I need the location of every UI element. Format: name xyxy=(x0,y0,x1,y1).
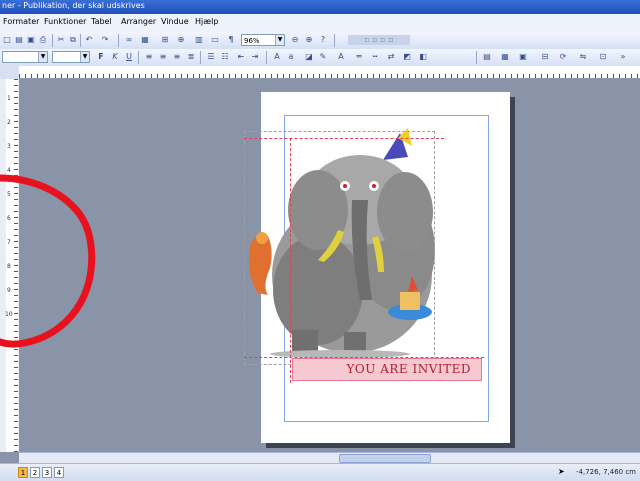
page-tab-3[interactable]: 3 xyxy=(42,467,52,478)
page-tab-2[interactable]: 2 xyxy=(30,467,40,478)
page-tab-1[interactable]: 1 xyxy=(18,467,28,478)
cursor-icon: ➤ xyxy=(558,467,565,476)
coordinates-readout: -4,726, 7,460 cm xyxy=(576,468,636,476)
page-tab-4[interactable]: 4 xyxy=(54,467,64,478)
red-annotation-circle xyxy=(0,174,96,348)
scrollbar-thumb[interactable] xyxy=(339,454,431,463)
horizontal-scrollbar[interactable] xyxy=(19,452,640,463)
status-bar: 1 2 3 4 ➤ -4,726, 7,460 cm xyxy=(0,463,640,481)
